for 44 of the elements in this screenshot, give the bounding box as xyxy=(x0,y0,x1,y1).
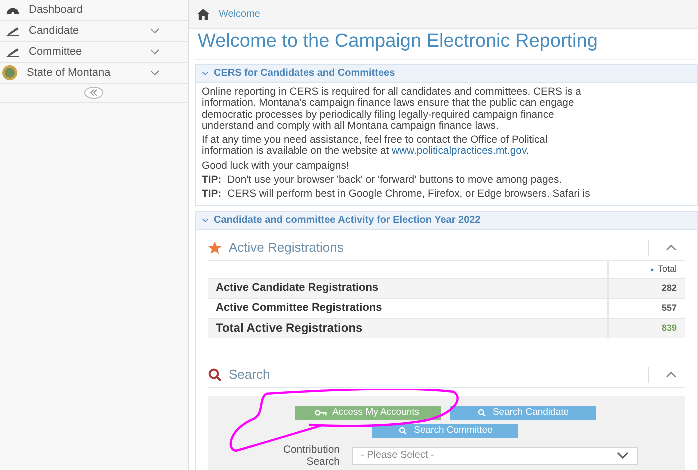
sidebar-item[interactable]: State of Montana xyxy=(0,63,188,84)
home-icon xyxy=(197,8,210,20)
contribution-search-dropdown[interactable]: - Please Select - xyxy=(352,446,638,465)
tip-text: CERS will perform best in Google Chrome, Firefox, or Edge browsers. Safari is xyxy=(228,189,590,201)
chevron-down-icon xyxy=(150,28,160,34)
sidebar-item[interactable]: Candidate xyxy=(0,21,188,42)
website-link[interactable]: www.politicalpractices.mt.gov xyxy=(392,146,526,158)
table-cell: Total Active Registrations xyxy=(208,318,608,338)
widget-title: Active Registrations xyxy=(229,240,345,256)
chevron-down-icon xyxy=(150,70,160,76)
chevron-down-icon xyxy=(202,218,209,223)
page-title: Welcome to the Campaign Electronic Reporting xyxy=(195,29,698,60)
table-cell: 282 xyxy=(608,278,685,298)
breadcrumb-link[interactable]: Welcome xyxy=(219,8,260,20)
widget-title: Search xyxy=(229,367,272,382)
chevron-down-icon xyxy=(150,49,160,55)
table-cell: Active Candidate Registrations xyxy=(208,278,608,298)
panel-header[interactable]: Candidate and committee Activity for Election Year 2022 xyxy=(196,212,697,230)
field-label: Contribution Search xyxy=(282,444,340,468)
search-button[interactable]: Search Candidate xyxy=(450,406,596,420)
search-icon xyxy=(208,368,222,382)
info-paragraph: Online reporting in CERS is required for all candidates and committees. CERS is a information. Montana's campaign finance laws ensure that the public can engage democratic processes by periodically filing legally-required campaign finance understand and comply with all Montana campaign finance laws. xyxy=(202,87,582,132)
sidebar-item[interactable]: Dashboard xyxy=(0,0,188,21)
chevron-down-icon xyxy=(617,452,629,460)
tip-label: TIP: xyxy=(202,189,222,201)
table-cell: 839 xyxy=(608,318,685,338)
info-paragraph: Good luck with your campaigns! xyxy=(202,160,350,172)
collapse-sidebar-icon[interactable] xyxy=(84,87,104,99)
search-button[interactable]: Search Committee xyxy=(372,424,518,438)
key-icon xyxy=(315,408,328,417)
tip-label: TIP: xyxy=(202,175,222,186)
panel-header[interactable]: CERS for Candidates and Committees xyxy=(196,65,697,83)
pencil-icon xyxy=(6,25,20,37)
sidebar-item[interactable]: Committee xyxy=(0,42,188,63)
search-icon xyxy=(397,426,410,435)
star-icon xyxy=(208,240,222,255)
chevron-up-icon[interactable] xyxy=(666,244,677,252)
pencil-icon xyxy=(6,46,20,58)
tip-text: Don't use your browser 'back' or 'forward' buttons to move among pages. xyxy=(228,175,562,186)
search-button[interactable]: Access My Accounts xyxy=(294,406,440,420)
info-paragraph: If at any time you need assistance, feel free to contact the Office of Political information is available on the website at www.politicalpractices.mt.gov. xyxy=(202,135,549,158)
chevron-up-icon[interactable] xyxy=(666,371,677,378)
search-icon xyxy=(476,408,488,417)
chevron-down-icon xyxy=(202,71,209,76)
